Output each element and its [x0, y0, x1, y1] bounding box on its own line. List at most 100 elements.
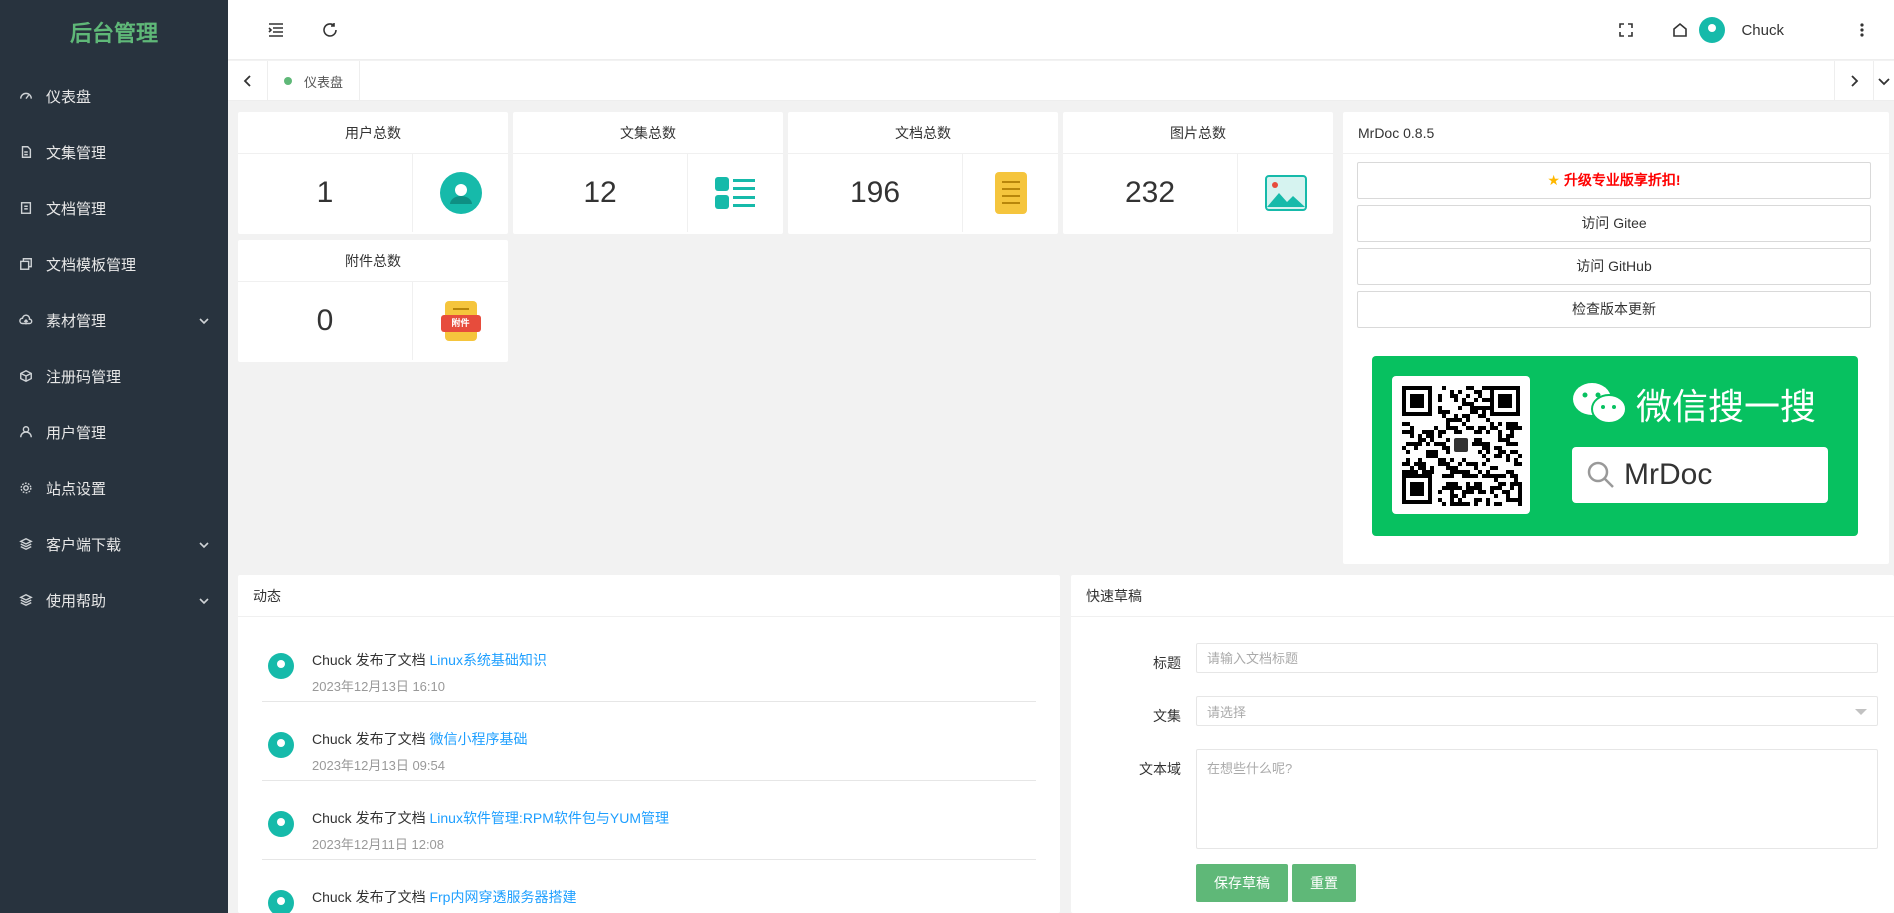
active-tab-dot-icon — [284, 77, 292, 85]
chevron-down-icon — [198, 538, 210, 550]
reset-button[interactable]: 重置 — [1292, 864, 1356, 902]
stat-card-documents: 文档总数 196 — [788, 112, 1058, 234]
activity-action: 发布了文档 — [355, 889, 426, 905]
activity-action: 发布了文档 — [355, 810, 426, 826]
sidebar-item-label: 用户管理 — [46, 424, 107, 442]
visit-github-button[interactable]: 访问 GitHub — [1357, 248, 1871, 285]
wechat-logo-icon — [1573, 383, 1627, 424]
template-icon — [18, 256, 34, 272]
sidebar-item-documents[interactable]: 文档管理 — [0, 180, 228, 236]
title-label: 标题 — [1153, 655, 1181, 671]
activity-time: 2023年12月13日 09:54 — [312, 758, 445, 773]
sidebar-item-label: 文集管理 — [46, 144, 107, 162]
tabs-bar: 仪表盘 — [228, 61, 1894, 101]
home-icon[interactable] — [1668, 18, 1692, 42]
sidebar-item-label: 客户端下载 — [46, 536, 122, 554]
list-icon — [688, 154, 783, 232]
stat-value: 232 — [1063, 154, 1238, 232]
save-draft-button[interactable]: 保存草稿 — [1196, 864, 1288, 902]
document-icon — [963, 154, 1058, 232]
content-label: 文本域 — [1139, 761, 1181, 777]
attachment-icon: 附件 — [413, 282, 508, 360]
dashboard-icon — [18, 88, 34, 104]
info-panel: MrDoc 0.8.5 ★ 升级专业版享折扣! 访问 Gitee 访问 GitHu… — [1343, 112, 1889, 564]
sidebar-item-users[interactable]: 用户管理 — [0, 404, 228, 460]
activity-user: Chuck — [312, 652, 352, 668]
sidebar: 后台管理 仪表盘 文集管理 文档管理 文档模板管理 素材管理 注册码管理 用户管… — [0, 0, 228, 913]
avatar — [268, 890, 294, 913]
sidebar-item-label: 仪表盘 — [46, 88, 92, 106]
stat-value: 196 — [788, 154, 963, 232]
wechat-search-box: MrDoc — [1572, 447, 1828, 503]
fullscreen-icon[interactable] — [1614, 18, 1638, 42]
refresh-icon[interactable] — [318, 18, 342, 42]
visit-gitee-button[interactable]: 访问 Gitee — [1357, 205, 1871, 242]
tabs-next-icon[interactable] — [1834, 61, 1874, 101]
sidebar-item-label: 站点设置 — [46, 480, 107, 498]
list-item: Chuck 发布了文档 Frp内网穿透服务器搭建 — [262, 860, 1036, 913]
list-item: Chuck 发布了文档 Linux软件管理:RPM软件包与YUM管理 2023年… — [262, 781, 1036, 860]
user-name: Chuck — [1741, 21, 1784, 39]
draft-content-textarea[interactable] — [1196, 749, 1878, 849]
activity-action: 发布了文档 — [355, 731, 426, 747]
avatar — [268, 811, 294, 837]
user-menu[interactable]: Chuck — [1699, 16, 1784, 44]
draft-title-input[interactable] — [1196, 643, 1878, 673]
activity-action: 发布了文档 — [355, 652, 426, 668]
activity-doc-link[interactable]: Linux软件管理:RPM软件包与YUM管理 — [429, 810, 669, 826]
user-avatar-icon — [413, 154, 508, 232]
sidebar-item-collections[interactable]: 文集管理 — [0, 124, 228, 180]
activity-doc-link[interactable]: 微信小程序基础 — [429, 731, 527, 747]
sidebar-item-help[interactable]: 使用帮助 — [0, 572, 228, 628]
search-icon — [1587, 461, 1614, 488]
activity-title: 动态 — [238, 575, 1060, 617]
stat-card-collections: 文集总数 12 — [513, 112, 783, 234]
image-icon — [1238, 154, 1333, 232]
activity-doc-link[interactable]: Linux系统基础知识 — [429, 652, 546, 668]
tabs-prev-icon[interactable] — [228, 61, 268, 101]
activity-user: Chuck — [312, 889, 352, 905]
star-icon: ★ — [1547, 172, 1560, 188]
quick-draft-title: 快速草稿 — [1071, 575, 1894, 617]
sidebar-item-register-codes[interactable]: 注册码管理 — [0, 348, 228, 404]
sidebar-nav: 仪表盘 文集管理 文档管理 文档模板管理 素材管理 注册码管理 用户管理 站点设… — [0, 68, 228, 628]
tabs-dropdown-icon[interactable] — [1874, 61, 1894, 101]
activity-panel: 动态 Chuck 发布了文档 Linux系统基础知识 2023年12月13日 1… — [238, 575, 1060, 913]
sidebar-item-label: 注册码管理 — [46, 368, 122, 386]
user-icon — [18, 424, 34, 440]
upgrade-pro-button[interactable]: ★ 升级专业版享折扣! — [1357, 162, 1871, 199]
sidebar-item-templates[interactable]: 文档模板管理 — [0, 236, 228, 292]
menu-collapse-icon[interactable] — [264, 18, 288, 42]
sidebar-item-label: 素材管理 — [46, 312, 107, 330]
project-label: 文集 — [1153, 708, 1181, 724]
cloud-icon — [18, 312, 34, 328]
sidebar-item-label: 文档管理 — [46, 200, 107, 218]
stat-value: 0 — [238, 282, 413, 360]
stat-title: 文集总数 — [513, 112, 783, 154]
stat-card-users: 用户总数 1 — [238, 112, 508, 234]
layers-icon — [18, 536, 34, 552]
sidebar-item-site-settings[interactable]: 站点设置 — [0, 460, 228, 516]
draft-project-select[interactable]: 请选择 — [1196, 696, 1878, 726]
tab-label: 仪表盘 — [304, 74, 344, 90]
sidebar-item-materials[interactable]: 素材管理 — [0, 292, 228, 348]
caret-down-icon — [1855, 709, 1867, 715]
file-icon — [18, 144, 34, 160]
check-update-button[interactable]: 检查版本更新 — [1357, 291, 1871, 328]
sidebar-item-label: 使用帮助 — [46, 592, 107, 610]
box-icon — [18, 368, 34, 384]
select-placeholder: 请选择 — [1207, 704, 1247, 720]
activity-user: Chuck — [312, 810, 352, 826]
sidebar-item-dashboard[interactable]: 仪表盘 — [0, 68, 228, 124]
activity-doc-link[interactable]: Frp内网穿透服务器搭建 — [429, 889, 576, 905]
brand-title: 后台管理 — [69, 21, 158, 46]
list-item: Chuck 发布了文档 微信小程序基础 2023年12月13日 09:54 — [262, 702, 1036, 781]
topbar: Chuck — [228, 0, 1894, 60]
attachment-label: 附件 — [440, 315, 481, 332]
sidebar-item-client-download[interactable]: 客户端下载 — [0, 516, 228, 572]
sidebar-item-label: 文档模板管理 — [46, 256, 137, 274]
avatar — [1699, 17, 1726, 43]
tab-dashboard[interactable]: 仪表盘 — [268, 61, 361, 101]
stat-card-images: 图片总数 232 — [1063, 112, 1333, 234]
more-vertical-icon[interactable] — [1850, 18, 1874, 42]
